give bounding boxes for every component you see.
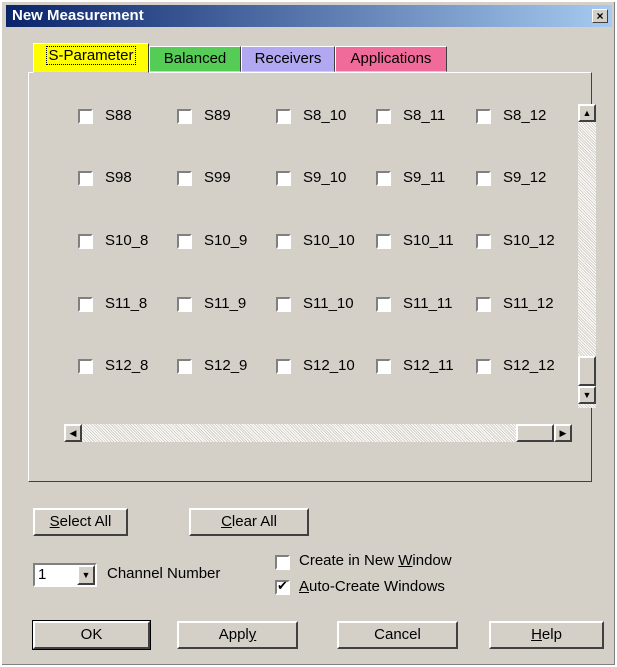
scroll-down-icon[interactable]: ▼ bbox=[578, 386, 596, 404]
sparam-checkbox[interactable] bbox=[78, 234, 93, 249]
create-in-new-window-text-b: indow bbox=[412, 552, 452, 569]
sparam-label: S98 bbox=[105, 169, 132, 186]
sparam-checkbox[interactable] bbox=[476, 171, 491, 186]
sparam-checkbox[interactable] bbox=[376, 297, 391, 312]
sparam-checkbox[interactable] bbox=[78, 171, 93, 186]
apply-accel: y bbox=[248, 626, 257, 643]
auto-create-windows-text: uto-Create Windows bbox=[309, 578, 445, 595]
sparam-checkbox[interactable] bbox=[376, 171, 391, 186]
select-all-accel: S bbox=[49, 513, 60, 530]
sparam-checkbox[interactable] bbox=[476, 234, 491, 249]
sparam-label: S88 bbox=[105, 107, 132, 124]
sparam-label: S8_10 bbox=[303, 107, 347, 124]
scroll-up-icon[interactable]: ▲ bbox=[578, 104, 596, 122]
sparam-checkbox[interactable] bbox=[376, 109, 391, 124]
tab-panel bbox=[28, 72, 592, 482]
horizontal-scrollbar[interactable] bbox=[64, 424, 572, 442]
sparam-label: S12_9 bbox=[204, 357, 248, 374]
sparam-checkbox[interactable] bbox=[276, 234, 291, 249]
apply-button[interactable]: Apply bbox=[177, 621, 298, 649]
sparam-label: S10_11 bbox=[403, 232, 454, 249]
sparam-label: S11_11 bbox=[403, 295, 453, 312]
title-bar: New Measurement × bbox=[6, 5, 612, 27]
sparam-label: S10_9 bbox=[204, 232, 248, 249]
sparam-label: S12_12 bbox=[503, 357, 555, 374]
help-label: elp bbox=[541, 626, 562, 643]
tab-label: Applications bbox=[350, 50, 432, 67]
sparam-label: S9_11 bbox=[403, 169, 446, 186]
sparam-label: S11_12 bbox=[503, 295, 554, 312]
cancel-button[interactable]: Cancel bbox=[337, 621, 458, 649]
sparam-label: S89 bbox=[204, 107, 231, 124]
select-all-label: elect All bbox=[59, 513, 112, 530]
sparam-label: S10_8 bbox=[105, 232, 149, 249]
sparam-label: S8_11 bbox=[403, 107, 446, 124]
sparam-label: S9_12 bbox=[503, 169, 547, 186]
sparam-checkbox[interactable] bbox=[177, 234, 192, 249]
create-in-new-window-accel: W bbox=[398, 552, 413, 569]
sparam-label: S8_12 bbox=[503, 107, 547, 124]
ok-button[interactable]: OK bbox=[32, 620, 151, 650]
sparam-label: S9_10 bbox=[303, 169, 347, 186]
sparam-label: S10_10 bbox=[303, 232, 355, 249]
help-accel: H bbox=[531, 626, 542, 643]
sparam-checkbox[interactable] bbox=[376, 359, 391, 374]
chevron-down-icon[interactable]: ▼ bbox=[77, 565, 95, 585]
sparam-label: S12_8 bbox=[105, 357, 149, 374]
tab-0[interactable]: S-Parameter bbox=[33, 43, 149, 73]
sparam-checkbox[interactable] bbox=[276, 359, 291, 374]
tab-3[interactable]: Applications bbox=[335, 46, 447, 72]
sparam-label: S12_11 bbox=[403, 357, 454, 374]
sparam-checkbox[interactable] bbox=[78, 359, 93, 374]
sparam-label: S10_12 bbox=[503, 232, 555, 249]
auto-create-windows-checkbox[interactable] bbox=[275, 578, 290, 595]
sparam-checkbox[interactable] bbox=[376, 234, 391, 249]
sparam-checkbox[interactable] bbox=[476, 297, 491, 312]
horizontal-scroll-thumb[interactable] bbox=[516, 424, 554, 442]
clear-all-button[interactable]: Clear All bbox=[189, 508, 309, 536]
create-in-new-window-checkbox[interactable] bbox=[275, 555, 290, 570]
sparam-label: S11_10 bbox=[303, 295, 354, 312]
tab-label: Balanced bbox=[163, 50, 227, 67]
sparam-checkbox[interactable] bbox=[276, 109, 291, 124]
sparam-label: S12_10 bbox=[303, 357, 355, 374]
sparam-checkbox[interactable] bbox=[276, 297, 291, 312]
sparam-checkbox[interactable] bbox=[177, 109, 192, 124]
sparam-label: S11_9 bbox=[204, 295, 247, 312]
clear-all-label: lear All bbox=[231, 513, 277, 530]
tab-label: S-Parameter bbox=[46, 46, 136, 65]
help-button[interactable]: Help bbox=[489, 621, 604, 649]
sparam-label: S11_8 bbox=[105, 295, 148, 312]
sparam-checkbox[interactable] bbox=[276, 171, 291, 186]
sparam-checkbox[interactable] bbox=[177, 171, 192, 186]
clear-all-accel: C bbox=[221, 513, 232, 530]
auto-create-windows-accel: A bbox=[299, 578, 310, 595]
scroll-left-icon[interactable]: ◀ bbox=[64, 424, 82, 442]
create-in-new-window-text-a: Create in New bbox=[299, 552, 399, 569]
sparam-checkbox[interactable] bbox=[78, 297, 93, 312]
tab-1[interactable]: Balanced bbox=[149, 46, 241, 72]
apply-label: Appl bbox=[218, 626, 249, 643]
sparam-checkbox[interactable] bbox=[78, 109, 93, 124]
sparam-checkbox[interactable] bbox=[177, 297, 192, 312]
tab-2[interactable]: Receivers bbox=[241, 46, 335, 72]
close-icon[interactable]: × bbox=[592, 9, 608, 23]
auto-create-windows-label: Auto-Create Windows bbox=[299, 578, 445, 595]
vertical-scroll-thumb[interactable] bbox=[578, 356, 596, 386]
sparam-label: S99 bbox=[204, 169, 231, 186]
sparam-checkbox[interactable] bbox=[476, 109, 491, 124]
window-title: New Measurement bbox=[12, 7, 144, 24]
sparam-checkbox[interactable] bbox=[177, 359, 192, 374]
select-all-button[interactable]: Select All bbox=[33, 508, 128, 536]
create-in-new-window-label: Create in New Window bbox=[299, 552, 452, 569]
channel-number-label: Channel Number bbox=[107, 565, 221, 582]
sparam-checkbox[interactable] bbox=[476, 359, 491, 374]
channel-number-value: 1 bbox=[38, 566, 47, 583]
tab-label: Receivers bbox=[254, 50, 322, 67]
scroll-right-icon[interactable]: ▶ bbox=[554, 424, 572, 442]
channel-number-select[interactable]: 1 ▼ bbox=[33, 563, 97, 587]
